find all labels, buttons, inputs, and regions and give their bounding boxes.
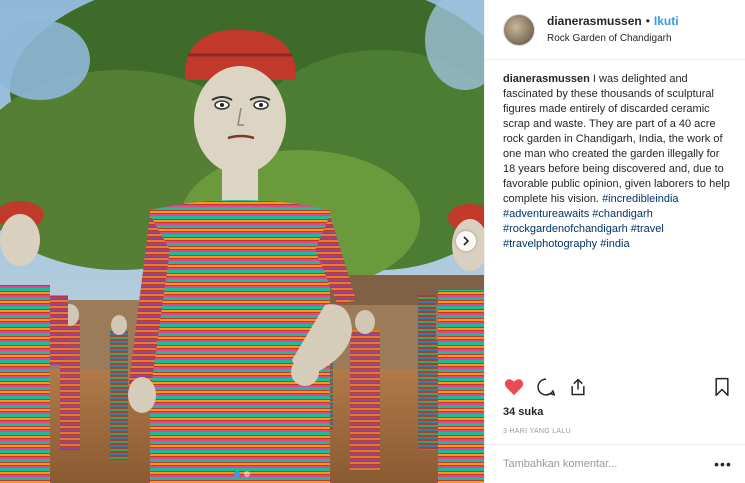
comment-icon	[537, 378, 556, 396]
next-photo-button[interactable]	[456, 231, 476, 251]
chevron-right-icon	[463, 236, 470, 246]
post-caption: dianerasmussen I was delighted and fasci…	[485, 60, 745, 360]
save-button[interactable]	[711, 376, 733, 398]
header-top-row: dianerasmussen • Ikuti	[547, 13, 679, 29]
follow-button[interactable]: Ikuti	[654, 13, 679, 29]
more-options-button[interactable]: •••	[713, 454, 733, 474]
heart-icon	[504, 379, 524, 396]
username-link[interactable]: dianerasmussen	[547, 13, 642, 29]
like-count[interactable]: 34 suka	[503, 406, 543, 418]
like-button[interactable]	[503, 376, 525, 398]
post-sidebar: dianerasmussen • Ikuti Rock Garden of Ch…	[484, 0, 745, 483]
comment-input[interactable]	[503, 458, 713, 470]
action-bar	[485, 372, 745, 402]
caption-username[interactable]: dianerasmussen	[503, 73, 590, 85]
comment-form: •••	[485, 444, 745, 483]
header-text: dianerasmussen • Ikuti Rock Garden of Ch…	[547, 13, 679, 47]
instagram-post: dianerasmussen • Ikuti Rock Garden of Ch…	[0, 0, 745, 483]
separator: •	[645, 13, 650, 28]
location-link[interactable]: Rock Garden of Chandigarh	[547, 31, 679, 47]
carousel-indicator	[0, 471, 484, 477]
bookmark-icon	[715, 377, 729, 397]
post-photo[interactable]	[0, 0, 484, 483]
caption-text: I was delighted and fascinated by these …	[503, 73, 730, 205]
avatar[interactable]	[503, 13, 535, 46]
carousel-dot	[244, 471, 250, 477]
share-button[interactable]	[567, 376, 589, 398]
comment-button[interactable]	[535, 376, 557, 398]
carousel-dot-active	[234, 471, 240, 477]
share-icon	[571, 378, 585, 396]
post-header: dianerasmussen • Ikuti Rock Garden of Ch…	[485, 0, 745, 60]
post-timestamp[interactable]: 3 HARI YANG LALU	[503, 428, 571, 435]
rock-garden-image	[0, 0, 484, 483]
